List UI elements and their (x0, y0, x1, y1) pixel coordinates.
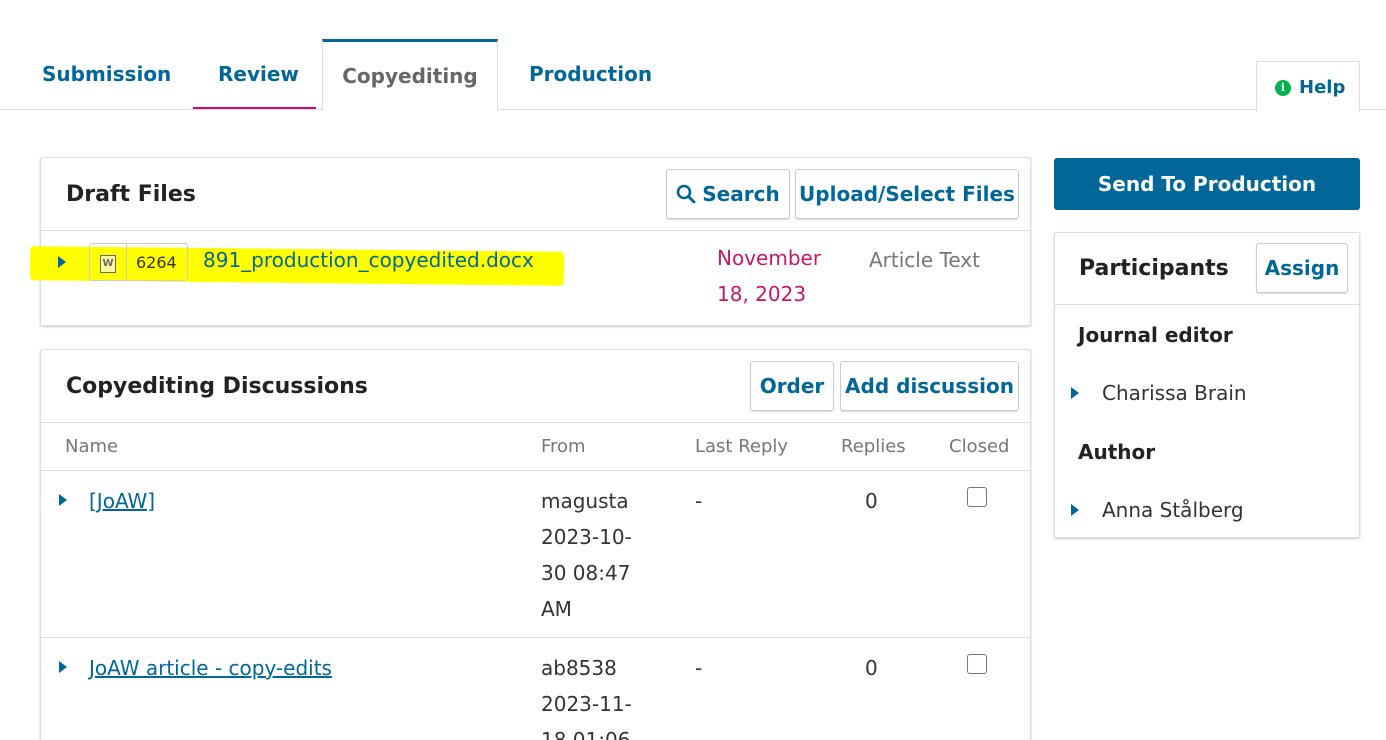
column-replies: Replies (841, 436, 906, 457)
discussion-last-reply: - (695, 489, 703, 513)
add-discussion-button[interactable]: Add discussion (840, 361, 1019, 411)
tab-review[interactable]: Review (218, 62, 299, 86)
search-label: Search (702, 182, 780, 206)
column-name: Name (65, 436, 119, 457)
tabs-divider (0, 109, 1386, 110)
file-name-link[interactable]: 891_production_copyedited.docx (203, 248, 534, 272)
role-journal-editor: Journal editor (1078, 323, 1233, 347)
expand-discussion-icon[interactable] (59, 661, 67, 673)
draft-files-title: Draft Files (66, 182, 196, 207)
tab-production[interactable]: Production (529, 62, 652, 86)
tab-copyediting[interactable]: Copyediting (322, 39, 498, 111)
info-icon: i (1275, 80, 1291, 96)
panel-divider (41, 230, 1030, 231)
column-last-reply: Last Reply (695, 436, 789, 457)
discussion-replies: 0 (865, 489, 878, 513)
order-button[interactable]: Order (750, 361, 834, 411)
search-files-button[interactable]: Search (666, 169, 790, 219)
discussion-from-user: ab8538 (541, 656, 617, 680)
send-to-production-button[interactable]: Send To Production (1054, 158, 1360, 210)
expand-participant-icon[interactable] (1071, 387, 1079, 399)
workflow-tabs: Submission Review Copyediting Production… (0, 0, 1386, 111)
header-divider (41, 422, 1030, 423)
discussion-from-date: 2023-10-30 08:47 AM (541, 525, 632, 621)
discussion-from-date: 2023-11-18 01:06 (541, 692, 632, 740)
search-icon (676, 184, 696, 204)
closed-checkbox[interactable] (967, 487, 987, 507)
column-from: From (541, 436, 586, 457)
discussion-replies: 0 (865, 656, 878, 680)
file-date: November 18, 2023 (717, 246, 822, 306)
help-label: Help (1299, 77, 1346, 98)
discussions-title: Copyediting Discussions (66, 374, 368, 399)
participant-name[interactable]: Anna Stålberg (1102, 498, 1244, 522)
discussion-from-user: magusta (541, 489, 629, 513)
help-button[interactable]: i Help (1256, 61, 1360, 111)
column-closed: Closed (949, 436, 1010, 457)
file-type: Article Text (869, 248, 980, 272)
closed-checkbox[interactable] (967, 654, 987, 674)
file-id-badge: W 6264 (89, 243, 188, 281)
expand-discussion-icon[interactable] (59, 494, 67, 506)
participants-title: Participants (1079, 256, 1229, 281)
participants-divider (1055, 304, 1359, 305)
upload-select-files-button[interactable]: Upload/Select Files (795, 169, 1019, 219)
expand-participant-icon[interactable] (1071, 504, 1079, 516)
expand-file-icon[interactable] (58, 256, 66, 268)
row-divider (41, 637, 1030, 638)
columns-divider (41, 470, 1030, 471)
tab-submission[interactable]: Submission (42, 62, 171, 86)
draft-files-panel: Draft Files Search Upload/Select Files (40, 157, 1031, 326)
discussion-name-link[interactable]: JoAW article - copy-edits (89, 650, 332, 686)
tab-review-indicator (193, 107, 316, 109)
word-document-icon: W (100, 255, 116, 273)
badge-separator (126, 244, 127, 280)
role-author: Author (1078, 440, 1156, 464)
file-id: 6264 (136, 253, 177, 272)
assign-button[interactable]: Assign (1256, 243, 1348, 293)
discussion-name-link[interactable]: [JoAW] (89, 483, 155, 519)
discussion-last-reply: - (695, 656, 703, 680)
participant-name[interactable]: Charissa Brain (1102, 381, 1247, 405)
